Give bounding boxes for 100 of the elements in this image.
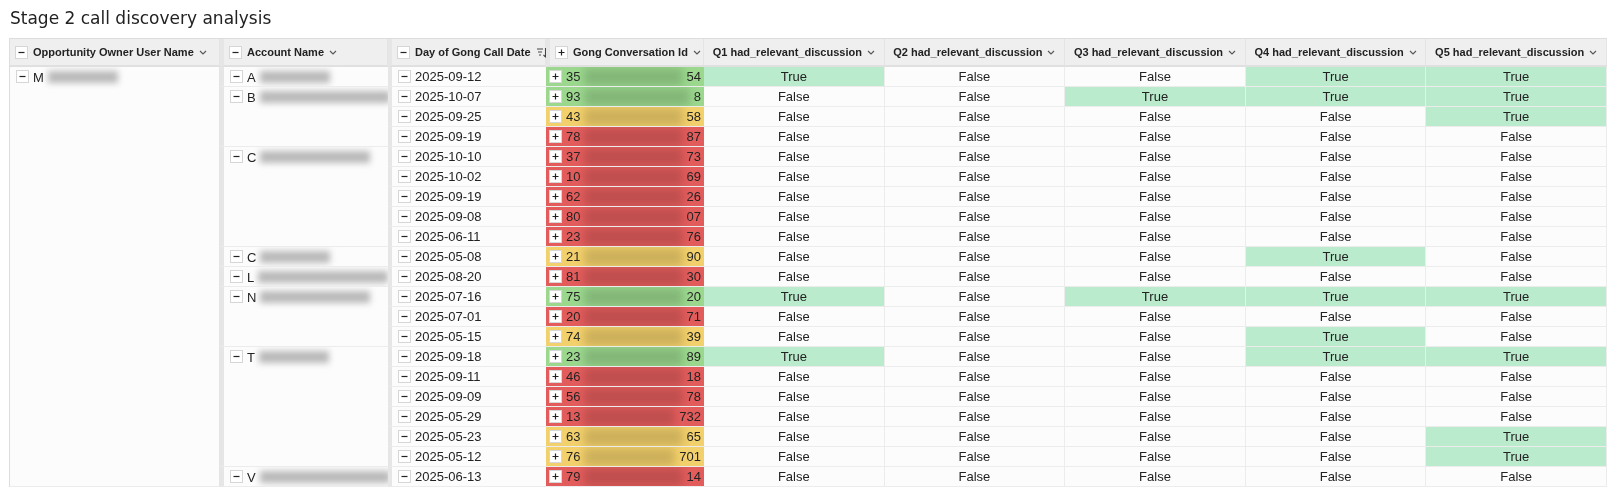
expand-icon[interactable] bbox=[549, 270, 562, 283]
expand-icon[interactable] bbox=[555, 45, 568, 59]
collapse-icon[interactable] bbox=[398, 450, 411, 463]
column-header[interactable]: Q4 had_relevant_discussion bbox=[1245, 39, 1427, 67]
table-cell: 18 bbox=[686, 369, 701, 384]
collapse-icon[interactable] bbox=[398, 70, 411, 83]
table-cell: 2025-07-01 bbox=[415, 309, 482, 324]
column-header[interactable]: Day of Gong Call Date bbox=[388, 39, 546, 67]
table-cell: False bbox=[1426, 187, 1607, 207]
collapse-icon[interactable] bbox=[398, 410, 411, 423]
expand-icon[interactable] bbox=[549, 350, 562, 363]
expand-icon[interactable] bbox=[549, 150, 562, 163]
table-cell: False bbox=[1426, 247, 1607, 267]
collapse-icon[interactable] bbox=[398, 430, 411, 443]
expand-icon[interactable] bbox=[549, 70, 562, 83]
table-cell: 54 bbox=[686, 69, 701, 84]
column-header[interactable]: Q2 had_relevant_discussion bbox=[884, 39, 1066, 67]
blurred-text bbox=[47, 71, 118, 83]
collapse-icon[interactable] bbox=[398, 210, 411, 223]
column-header[interactable]: Q1 had_relevant_discussion bbox=[704, 39, 885, 67]
collapse-icon[interactable] bbox=[398, 290, 411, 303]
chevron-down-icon[interactable] bbox=[1047, 49, 1056, 55]
collapse-icon[interactable] bbox=[230, 350, 243, 363]
table-cell: 87 bbox=[686, 129, 701, 144]
table-cell: False bbox=[1245, 387, 1427, 407]
table-cell: False bbox=[884, 327, 1066, 347]
collapse-icon[interactable] bbox=[230, 270, 243, 283]
collapse-icon[interactable] bbox=[230, 250, 243, 263]
collapse-icon[interactable] bbox=[398, 370, 411, 383]
collapse-icon[interactable] bbox=[398, 250, 411, 263]
table-cell: False bbox=[704, 367, 885, 387]
table-cell: True bbox=[1426, 67, 1607, 87]
chevron-down-icon[interactable] bbox=[198, 49, 207, 55]
collapse-icon[interactable] bbox=[398, 110, 411, 123]
collapse-icon[interactable] bbox=[398, 130, 411, 143]
expand-icon[interactable] bbox=[549, 390, 562, 403]
table-cell: True bbox=[704, 347, 885, 367]
expand-icon[interactable] bbox=[549, 330, 562, 343]
collapse-icon[interactable] bbox=[398, 150, 411, 163]
collapse-icon[interactable] bbox=[398, 170, 411, 183]
chevron-down-icon[interactable] bbox=[692, 49, 701, 55]
expand-icon[interactable] bbox=[549, 470, 562, 483]
collapse-icon[interactable] bbox=[15, 45, 28, 59]
collapse-icon[interactable] bbox=[230, 150, 243, 163]
table-cell: False bbox=[1245, 207, 1427, 227]
collapse-icon[interactable] bbox=[398, 190, 411, 203]
expand-icon[interactable] bbox=[549, 290, 562, 303]
chevron-down-icon[interactable] bbox=[866, 49, 875, 55]
collapse-icon[interactable] bbox=[398, 330, 411, 343]
table-cell: False bbox=[704, 467, 885, 487]
chevron-down-icon[interactable] bbox=[1408, 49, 1417, 55]
table-cell: False bbox=[1065, 407, 1246, 427]
table-cell: 2025-10-07 bbox=[415, 89, 482, 104]
collapse-icon[interactable] bbox=[398, 390, 411, 403]
sort-descending-icon[interactable] bbox=[535, 46, 548, 58]
collapse-icon[interactable] bbox=[230, 290, 243, 303]
column-header[interactable]: Q5 had_relevant_discussion bbox=[1426, 39, 1607, 67]
expand-icon[interactable] bbox=[549, 110, 562, 123]
expand-icon[interactable] bbox=[549, 210, 562, 223]
collapse-icon[interactable] bbox=[230, 70, 243, 83]
table-cell: 2025-08-20 bbox=[415, 269, 482, 284]
chevron-down-icon[interactable] bbox=[329, 49, 338, 55]
table-cell: False bbox=[1426, 207, 1607, 227]
table-cell: True bbox=[1426, 347, 1607, 367]
expand-icon[interactable] bbox=[549, 170, 562, 183]
column-header[interactable]: Opportunity Owner User Name bbox=[10, 39, 220, 67]
table-cell: 2025-10-02 bbox=[415, 169, 482, 184]
table-cell: False bbox=[1065, 127, 1246, 147]
column-header[interactable]: Gong Conversation Id bbox=[546, 39, 704, 67]
table-cell: T bbox=[247, 350, 255, 365]
expand-icon[interactable] bbox=[549, 90, 562, 103]
expand-icon[interactable] bbox=[549, 410, 562, 423]
collapse-icon[interactable] bbox=[398, 230, 411, 243]
collapse-icon[interactable] bbox=[398, 270, 411, 283]
expand-icon[interactable] bbox=[549, 450, 562, 463]
collapse-icon[interactable] bbox=[398, 470, 411, 483]
table-cell: 23 bbox=[566, 349, 581, 364]
expand-icon[interactable] bbox=[549, 190, 562, 203]
expand-icon[interactable] bbox=[549, 250, 562, 263]
expand-icon[interactable] bbox=[549, 230, 562, 243]
collapse-icon[interactable] bbox=[397, 45, 410, 59]
table-cell: False bbox=[704, 407, 885, 427]
expand-icon[interactable] bbox=[549, 130, 562, 143]
table-cell: True bbox=[704, 287, 885, 307]
collapse-icon[interactable] bbox=[398, 350, 411, 363]
collapse-icon[interactable] bbox=[398, 310, 411, 323]
collapse-icon[interactable] bbox=[16, 70, 29, 83]
collapse-icon[interactable] bbox=[230, 470, 243, 483]
chevron-down-icon[interactable] bbox=[1228, 49, 1237, 55]
column-header[interactable]: Q3 had_relevant_discussion bbox=[1065, 39, 1246, 67]
column-header[interactable]: Account Name bbox=[220, 39, 388, 67]
expand-icon[interactable] bbox=[549, 370, 562, 383]
collapse-icon[interactable] bbox=[230, 90, 243, 103]
table-cell: 37 bbox=[566, 149, 581, 164]
expand-icon[interactable] bbox=[549, 430, 562, 443]
expand-icon[interactable] bbox=[549, 310, 562, 323]
table-cell: 2025-07-16 bbox=[415, 289, 482, 304]
chevron-down-icon[interactable] bbox=[1589, 49, 1598, 55]
collapse-icon[interactable] bbox=[398, 90, 411, 103]
collapse-icon[interactable] bbox=[229, 45, 242, 59]
